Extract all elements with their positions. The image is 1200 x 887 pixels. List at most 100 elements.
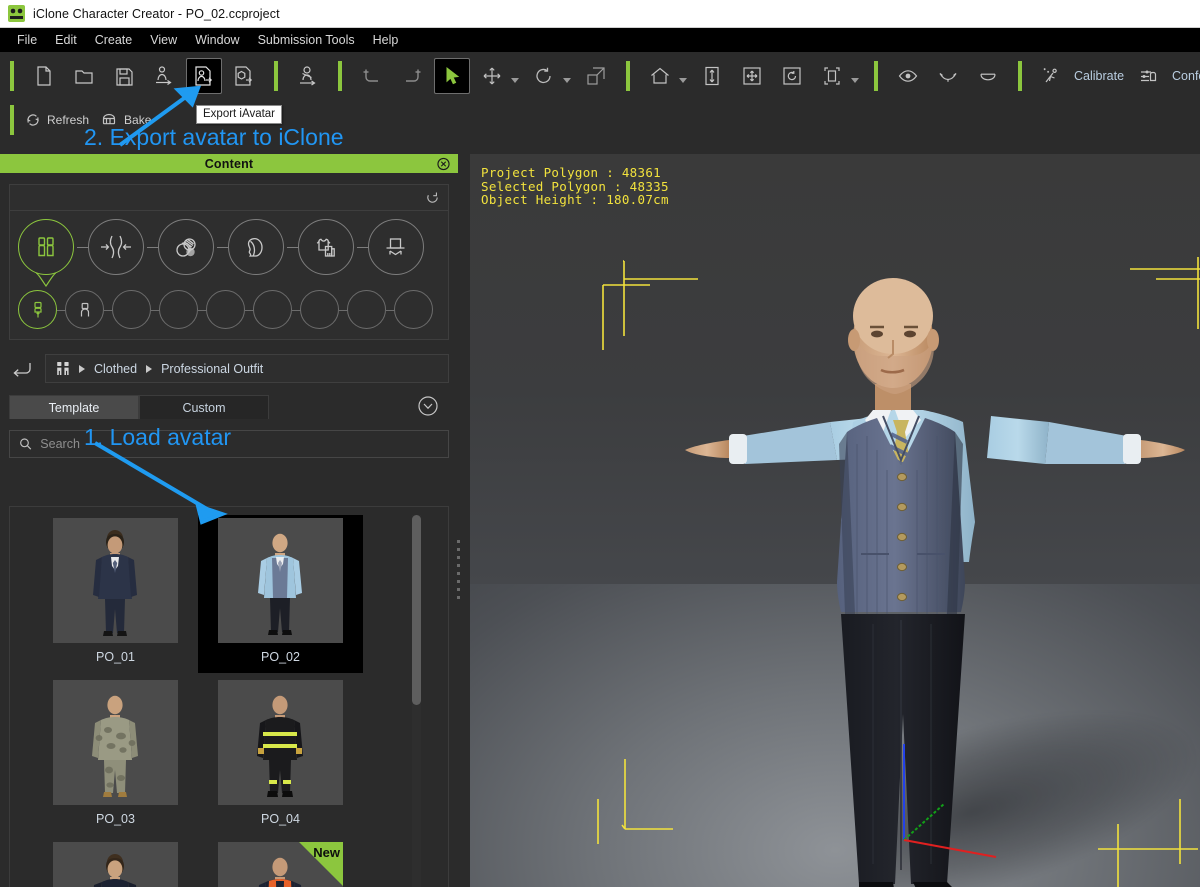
category-selector [9, 184, 449, 340]
viewport-3d[interactable]: Project Polygon : 48361 Selected Polygon… [470, 154, 1200, 887]
content-panel: Content Clothed Professional Outfit Temp… [0, 154, 458, 887]
menu-item-help[interactable]: Help [364, 30, 408, 50]
export-object-button[interactable] [227, 59, 261, 93]
content-panel-body: Clothed Professional Outfit Template Cus… [0, 173, 458, 887]
subcategory-7[interactable] [292, 290, 339, 329]
breadcrumb-item-clothed[interactable]: Clothed [94, 362, 137, 376]
avatar-pair-icon [57, 362, 69, 375]
asset-item-po-02[interactable]: PO_02 [198, 515, 363, 673]
subcategory-6[interactable] [245, 290, 292, 329]
asset-item-po-06[interactable]: New PO_06 [198, 839, 363, 887]
home-view-dropdown-icon[interactable] [679, 77, 687, 83]
subcategory-clothed[interactable] [18, 290, 57, 329]
refresh-button[interactable]: Refresh [24, 111, 89, 129]
category-row-primary [10, 211, 448, 287]
category-morph[interactable] [77, 219, 144, 275]
category-avatar[interactable] [18, 219, 74, 287]
menu-item-file[interactable]: File [8, 30, 46, 50]
menu-item-edit[interactable]: Edit [46, 30, 86, 50]
rotate-tool-dropdown-icon[interactable] [563, 77, 571, 83]
orbit-frame-button[interactable] [775, 59, 809, 93]
breadcrumb-item-professional-outfit[interactable]: Professional Outfit [161, 362, 263, 376]
home-view-button[interactable] [643, 59, 677, 93]
export-iavatar-button[interactable] [186, 58, 222, 94]
category-cloth[interactable] [287, 219, 354, 275]
toolbar-separator [1018, 61, 1022, 91]
asset-thumbnail [53, 680, 178, 805]
back-arrow-icon[interactable] [9, 356, 35, 382]
undo-button[interactable] [355, 59, 389, 93]
subcategory-5[interactable] [198, 290, 245, 329]
app-logo-icon [8, 5, 25, 22]
subcategory-9[interactable] [386, 290, 433, 329]
move-tool-button[interactable] [475, 59, 509, 93]
annotation-step-2: 2. Export avatar to iClone [84, 124, 344, 150]
refresh-circular-icon[interactable] [425, 190, 440, 205]
category-skin[interactable] [147, 219, 214, 275]
import-avatar-button[interactable] [147, 59, 181, 93]
calibrate-button[interactable]: Calibrate [1074, 69, 1124, 83]
content-panel-header: Content [0, 154, 458, 173]
toggle-eyelash-button[interactable] [931, 59, 965, 93]
toolbar-separator [874, 61, 878, 91]
scale-tool-button[interactable] [579, 59, 613, 93]
selected-pointer-icon [35, 273, 57, 287]
new-project-button[interactable] [27, 59, 61, 93]
redo-button[interactable] [395, 59, 429, 93]
subcategory-8[interactable] [339, 290, 386, 329]
asset-item-po-04[interactable]: PO_04 [198, 677, 363, 835]
panel-splitter[interactable] [455, 540, 461, 602]
category-accessory[interactable] [357, 219, 424, 275]
asset-thumbnail: New [218, 842, 343, 887]
menu-item-create[interactable]: Create [86, 30, 142, 50]
asset-thumbnail [218, 680, 343, 805]
menu-item-view[interactable]: View [141, 30, 186, 50]
asset-label: PO_03 [96, 812, 135, 826]
select-tool-button[interactable] [434, 58, 470, 94]
annotation-step-1: 1. Load avatar [84, 424, 232, 450]
breadcrumb: Clothed Professional Outfit [9, 354, 449, 383]
rotate-tool-button[interactable] [527, 59, 561, 93]
toolbar-separator [626, 61, 630, 91]
asset-label: PO_01 [96, 650, 135, 664]
asset-grid: PO_01 PO_02 PO_03 PO_04 New [9, 506, 449, 887]
breadcrumb-bar[interactable]: Clothed Professional Outfit [45, 354, 449, 383]
bounding-box-button[interactable] [815, 59, 849, 93]
tab-custom[interactable]: Custom [139, 395, 269, 419]
transform-axis-gizmo[interactable] [870, 734, 1070, 874]
open-project-button[interactable] [67, 59, 101, 93]
asset-item-po-01[interactable]: PO_01 [33, 515, 198, 673]
asset-item-po-03[interactable]: PO_03 [33, 677, 198, 835]
tab-template[interactable]: Template [9, 395, 139, 419]
conform-button[interactable]: Conform [1172, 69, 1200, 83]
close-icon[interactable] [437, 157, 450, 170]
asset-label: PO_02 [261, 650, 300, 664]
chevron-down-circle-icon[interactable] [417, 395, 439, 417]
window-title: iClone Character Creator - PO_02.ccproje… [33, 6, 280, 21]
menu-item-submission-tools[interactable]: Submission Tools [249, 30, 364, 50]
toolbar-separator [10, 105, 14, 135]
asset-item-po-05[interactable]: PO_05 [33, 839, 198, 887]
export-to-iclone-button[interactable] [291, 59, 325, 93]
menu-item-window[interactable]: Window [186, 30, 248, 50]
subcategory-3[interactable] [104, 290, 151, 329]
refresh-label: Refresh [47, 113, 90, 127]
subcategory-base[interactable] [57, 290, 104, 329]
move-tool-dropdown-icon[interactable] [511, 77, 519, 83]
asset-thumbnail [218, 518, 343, 643]
page-title: Content [204, 156, 254, 171]
toggle-eye-button[interactable] [891, 59, 925, 93]
category-toolbar [10, 185, 448, 211]
calibrate-icon[interactable] [1035, 59, 1069, 93]
scrollbar-thumb[interactable] [412, 515, 421, 705]
tooltip-export-iavatar: Export iAvatar [196, 105, 283, 124]
category-head[interactable] [217, 219, 284, 275]
pan-frame-button[interactable] [735, 59, 769, 93]
subcategory-4[interactable] [151, 290, 198, 329]
asset-thumbnail [53, 518, 178, 643]
toggle-teeth-button[interactable] [971, 59, 1005, 93]
fit-height-button[interactable] [695, 59, 729, 93]
save-project-button[interactable] [107, 59, 141, 93]
conform-icon[interactable] [1133, 59, 1167, 93]
bounding-box-dropdown-icon[interactable] [851, 77, 859, 83]
